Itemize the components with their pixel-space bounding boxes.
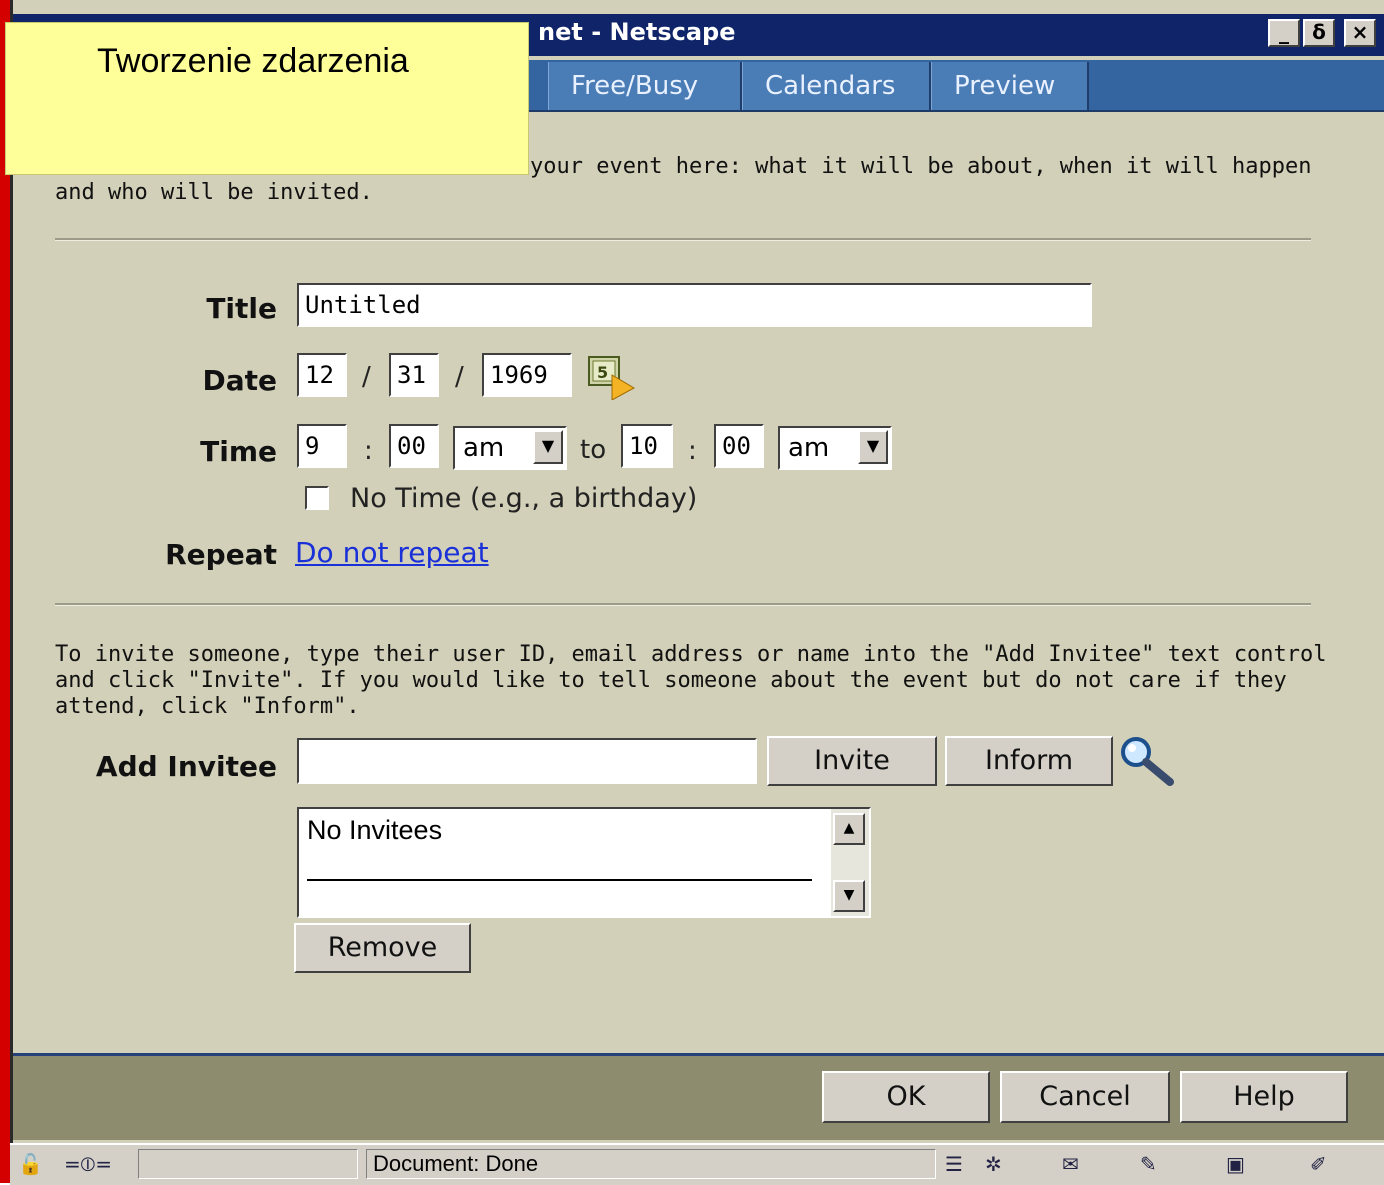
annotation-note-text: Tworzenie zdarzenia xyxy=(97,42,409,80)
invite-instructions-line3: attend, click "Inform". xyxy=(55,694,360,719)
composer-icon[interactable]: ✎ xyxy=(1140,1152,1157,1176)
time-separator: : xyxy=(364,436,373,466)
repeat-link[interactable]: Do not repeat xyxy=(295,536,489,569)
connection-plug-icon: =⦶= xyxy=(64,1152,113,1176)
add-invitee-input[interactable] xyxy=(297,738,757,784)
window-title: net - Netscape xyxy=(538,18,736,46)
invite-button[interactable]: Invite xyxy=(767,736,937,786)
cancel-button[interactable]: Cancel xyxy=(1000,1071,1170,1123)
start-ampm-select[interactable]: am ▼ xyxy=(453,426,567,470)
address-book-icon[interactable]: ▣ xyxy=(1226,1152,1245,1176)
no-time-checkbox[interactable] xyxy=(305,486,329,510)
list-item[interactable]: No Invitees xyxy=(307,815,442,846)
scroll-down-icon[interactable]: ▼ xyxy=(833,880,865,912)
date-label: Date xyxy=(202,364,277,397)
intro-text-line1: your event here: what it will be about, … xyxy=(530,154,1312,179)
date-day-input[interactable]: 31 xyxy=(389,353,439,397)
scroll-up-icon[interactable]: ▲ xyxy=(833,813,865,845)
list-separator xyxy=(307,879,812,881)
end-ampm-select[interactable]: am ▼ xyxy=(778,426,892,470)
end-ampm-value: am xyxy=(788,433,830,463)
time-label: Time xyxy=(200,435,277,468)
edit-icon[interactable]: ✐ xyxy=(1310,1152,1327,1176)
chevron-down-icon[interactable]: ▼ xyxy=(858,430,888,464)
maximize-button[interactable]: ẟ xyxy=(1303,19,1335,47)
to-text: to xyxy=(580,435,607,465)
invite-instructions-line2: and click "Invite". If you would like to… xyxy=(55,668,1287,693)
end-minute-input[interactable]: 00 xyxy=(714,424,764,468)
time-separator: : xyxy=(688,436,697,466)
listbox-scrollbar[interactable]: ▲ ▼ xyxy=(831,809,869,916)
date-separator: / xyxy=(455,362,464,392)
inform-button[interactable]: Inform xyxy=(945,736,1113,786)
date-year-input[interactable]: 1969 xyxy=(482,353,572,397)
left-red-border xyxy=(0,0,10,1183)
search-magnifier-icon[interactable] xyxy=(1118,734,1178,788)
add-invitee-label: Add Invitee xyxy=(95,750,277,783)
invitee-listbox[interactable]: No Invitees ▲ ▼ xyxy=(297,807,871,918)
status-text: Document: Done xyxy=(373,1151,539,1176)
title-label: Title xyxy=(206,292,277,325)
divider xyxy=(55,603,1311,606)
mail-icon[interactable]: ✉ xyxy=(1062,1152,1079,1176)
start-minute-input[interactable]: 00 xyxy=(389,424,439,468)
repeat-label: Repeat xyxy=(165,538,277,571)
invite-instructions-line1: To invite someone, type their user ID, e… xyxy=(55,642,1327,667)
date-separator: / xyxy=(362,362,371,392)
ok-button[interactable]: OK xyxy=(822,1071,990,1123)
tab-preview[interactable]: Preview xyxy=(931,62,1089,110)
tab-free-busy[interactable]: Free/Busy xyxy=(548,62,742,110)
progress-cell xyxy=(138,1149,358,1179)
end-hour-input[interactable]: 10 xyxy=(621,424,673,468)
security-lock-icon[interactable]: 🔓 xyxy=(18,1152,43,1176)
no-time-label: No Time (e.g., a birthday) xyxy=(350,483,698,514)
divider xyxy=(55,238,1311,241)
start-hour-input[interactable]: 9 xyxy=(297,424,347,468)
help-button[interactable]: Help xyxy=(1180,1071,1348,1123)
date-month-input[interactable]: 12 xyxy=(297,353,347,397)
calendar-picker-icon[interactable]: 5 xyxy=(588,355,638,401)
tab-calendars[interactable]: Calendars xyxy=(742,62,931,110)
svg-text:5: 5 xyxy=(597,363,608,382)
intro-text-line2: and who will be invited. xyxy=(55,180,373,205)
start-ampm-value: am xyxy=(463,433,505,463)
title-input[interactable]: Untitled xyxy=(297,283,1092,327)
chevron-down-icon[interactable]: ▼ xyxy=(533,430,563,464)
dialog-footer xyxy=(13,1053,1384,1140)
minimize-button[interactable]: _ xyxy=(1268,19,1300,47)
close-button[interactable]: × xyxy=(1344,19,1376,47)
component-bar-icon[interactable]: ☰ xyxy=(945,1152,963,1176)
navigator-icon[interactable]: ✲ xyxy=(985,1152,1002,1176)
remove-button[interactable]: Remove xyxy=(294,923,471,973)
